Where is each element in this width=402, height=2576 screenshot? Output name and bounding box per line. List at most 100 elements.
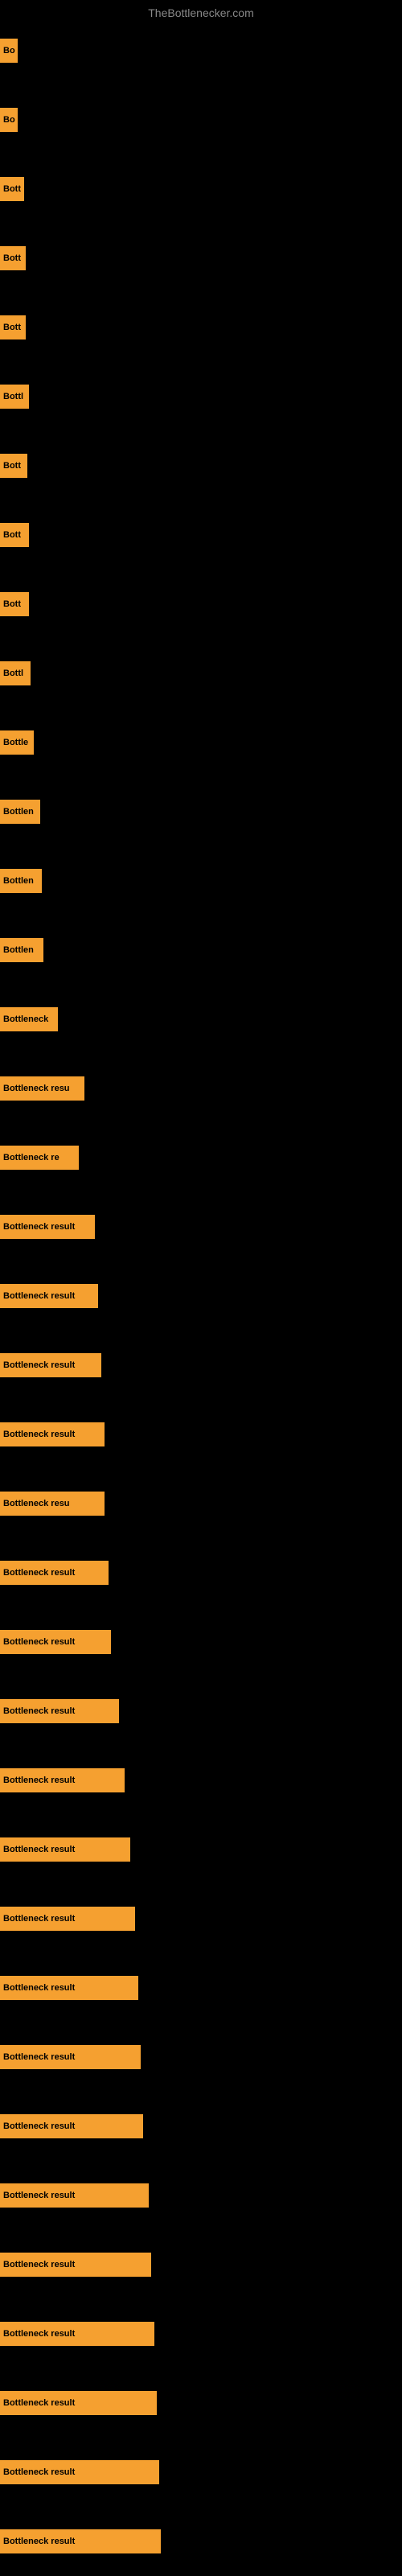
- bar-label: Bottleneck resu: [3, 1084, 70, 1093]
- bar: Bottlen: [0, 800, 40, 824]
- bar-label: Bottle: [3, 738, 28, 747]
- bar-label: Bottlen: [3, 807, 34, 817]
- bar: Bottleneck result: [0, 2114, 143, 2138]
- bar: Bottleneck result: [0, 1630, 111, 1654]
- bar-row: Bottleneck resu: [0, 1054, 402, 1123]
- bar-label: Bott: [3, 253, 21, 263]
- bar-row: Bottleneck re: [0, 1123, 402, 1192]
- bar: Bottleneck result: [0, 2529, 161, 2553]
- bar: Bottleneck resu: [0, 1076, 84, 1101]
- bar-label: Bottleneck result: [3, 1291, 75, 1301]
- bar: Bottleneck result: [0, 1699, 119, 1723]
- bar-label: Bottleneck result: [3, 2329, 75, 2339]
- bar: Bottleneck result: [0, 1422, 105, 1446]
- bar: Bott: [0, 523, 29, 547]
- bar: Bottleneck result: [0, 1907, 135, 1931]
- bar-label: Bottleneck result: [3, 2052, 75, 2062]
- bar-row: Bottlen: [0, 846, 402, 916]
- bar-row: Bottleneck result: [0, 1884, 402, 1953]
- bar-row: Bottleneck result: [0, 2438, 402, 2507]
- bar-label: Bottleneck result: [3, 1776, 75, 1785]
- bar-row: Bo: [0, 85, 402, 154]
- bar: Bottleneck resu: [0, 1492, 105, 1516]
- bar: Bottleneck result: [0, 1768, 125, 1792]
- bar: Bottleneck result: [0, 1976, 138, 2000]
- bar-row: Bottleneck result: [0, 1192, 402, 1261]
- bar-label: Bott: [3, 599, 21, 609]
- bar-row: Bottl: [0, 362, 402, 431]
- bar: Bottleneck result: [0, 2045, 141, 2069]
- bar-label: Bott: [3, 461, 21, 471]
- bar-label: Bottleneck result: [3, 2537, 75, 2546]
- bar-row: Bottleneck result: [0, 1953, 402, 2023]
- bar: Bott: [0, 454, 27, 478]
- bar-row: Bottle: [0, 708, 402, 777]
- bars-container: Bo Bo Bott Bott Bott Bottl Bott Bott Bott Bottl Bo…: [0, 16, 402, 2576]
- bar-row: Bottleneck result: [0, 2368, 402, 2438]
- bar-label: Bottleneck: [3, 1014, 48, 1024]
- bar-label: Bottleneck result: [3, 1568, 75, 1578]
- bar-label: Bott: [3, 184, 21, 194]
- bar-label: Bott: [3, 530, 21, 540]
- bar-row: Bott: [0, 293, 402, 362]
- bar-row: Bottl: [0, 639, 402, 708]
- bar: Bo: [0, 39, 18, 63]
- bar-label: Bottlen: [3, 945, 34, 955]
- bar-label: Bottl: [3, 392, 23, 401]
- bar: Bottlen: [0, 869, 42, 893]
- bar-row: Bottleneck result: [0, 2230, 402, 2299]
- bar-label: Bottlen: [3, 876, 34, 886]
- bar: Bott: [0, 177, 24, 201]
- bar: Bottleneck result: [0, 2391, 157, 2415]
- bar-row: Bott: [0, 224, 402, 293]
- bar-label: Bottleneck result: [3, 2260, 75, 2269]
- bar-label: Bottleneck result: [3, 1360, 75, 1370]
- bar-label: Bottleneck result: [3, 1430, 75, 1439]
- bar: Bottleneck result: [0, 2253, 151, 2277]
- bar-row: Bottleneck result: [0, 1815, 402, 1884]
- bar-row: Bottleneck result: [0, 1261, 402, 1331]
- bar: Bottleneck result: [0, 1284, 98, 1308]
- bar-label: Bott: [3, 323, 21, 332]
- bar-label: Bottleneck result: [3, 2467, 75, 2477]
- bar-row: Bottleneck result: [0, 2161, 402, 2230]
- bar-row: Bott: [0, 431, 402, 500]
- bar-label: Bottleneck result: [3, 1222, 75, 1232]
- bar-row: Bottleneck: [0, 985, 402, 1054]
- bar-row: Bottleneck result: [0, 2092, 402, 2161]
- bar: Bo: [0, 108, 18, 132]
- bar: Bottlen: [0, 938, 43, 962]
- bar-row: Bo: [0, 16, 402, 85]
- bar-label: Bottleneck resu: [3, 1499, 70, 1508]
- bar-label: Bottl: [3, 669, 23, 678]
- bar: Bottleneck re: [0, 1146, 79, 1170]
- bar-label: Bottleneck result: [3, 1845, 75, 1854]
- bar: Bottleneck result: [0, 1353, 101, 1377]
- bar: Bott: [0, 246, 26, 270]
- bar-label: Bottleneck result: [3, 1637, 75, 1647]
- bar-label: Bottleneck result: [3, 1706, 75, 1716]
- bar: Bottleneck result: [0, 1837, 130, 1862]
- bar-row: Bottleneck result: [0, 1607, 402, 1677]
- bar-row: Bott: [0, 570, 402, 639]
- bar: Bottleneck result: [0, 2183, 149, 2208]
- bar: Bottleneck result: [0, 1215, 95, 1239]
- bar: Bottleneck result: [0, 2460, 159, 2484]
- bar-row: Bott: [0, 500, 402, 570]
- bar-row: Bottleneck result: [0, 2507, 402, 2576]
- bar-row: Bottleneck result: [0, 1331, 402, 1400]
- bar-row: Bott: [0, 154, 402, 224]
- bar-row: Bottleneck result: [0, 1400, 402, 1469]
- bar-row: Bottlen: [0, 916, 402, 985]
- bar-row: Bottleneck result: [0, 2023, 402, 2092]
- bar-label: Bottleneck re: [3, 1153, 59, 1162]
- bar-label: Bo: [3, 115, 15, 125]
- bar-row: Bottleneck resu: [0, 1469, 402, 1538]
- bar: Bottleneck result: [0, 1561, 109, 1585]
- bar: Bottleneck: [0, 1007, 58, 1031]
- bar: Bottl: [0, 385, 29, 409]
- bar-row: Bottleneck result: [0, 2299, 402, 2368]
- bar-row: Bottleneck result: [0, 1538, 402, 1607]
- bar-label: Bottleneck result: [3, 2191, 75, 2200]
- bar: Bottle: [0, 730, 34, 755]
